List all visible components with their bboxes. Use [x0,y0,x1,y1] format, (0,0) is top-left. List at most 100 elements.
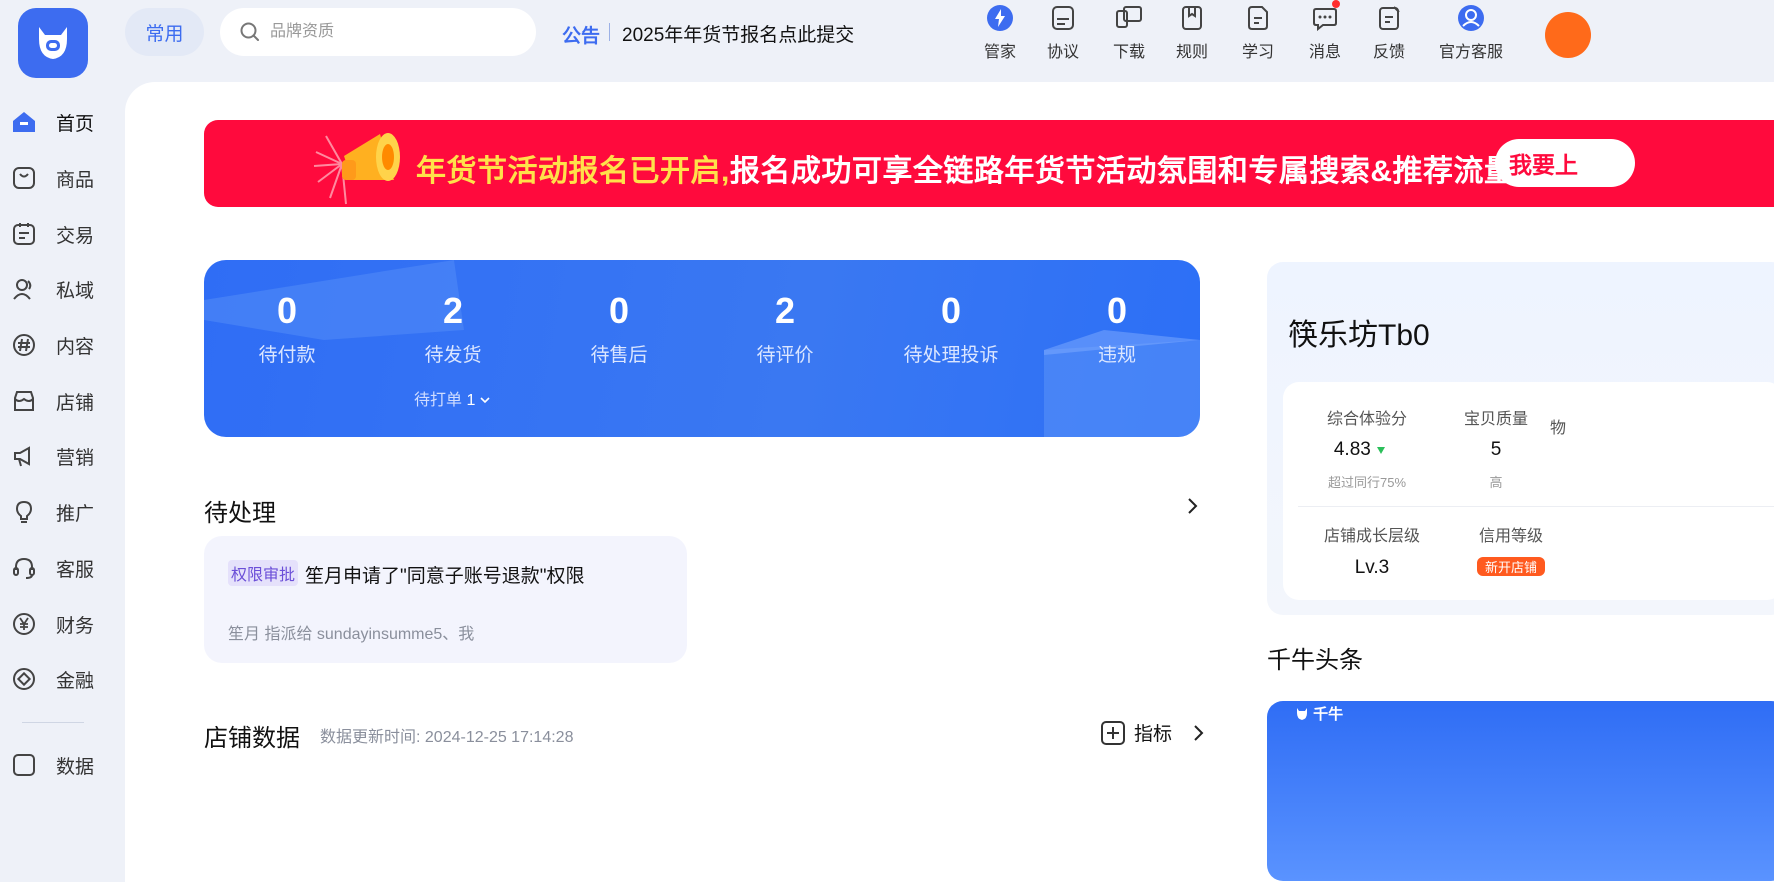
pending-print-dropdown[interactable]: 待打单 1 [414,386,490,410]
tool-messages[interactable]: 消息 [1290,0,1360,62]
sidebar-divider [22,722,84,723]
tool-label: 学习 [1241,44,1274,61]
sidebar-item-finance[interactable]: 财务 [0,604,124,644]
banner-message: 报名成功可享全链路年货节活动氛围和专属搜索&推荐流量! [729,155,1525,188]
tool-official-support[interactable]: 官方客服 [1436,4,1506,62]
notice-tag: 公告 [562,26,601,47]
stat-value: 0 [608,290,630,331]
tool-download[interactable]: 下载 [1094,4,1164,62]
headset-icon [12,556,36,580]
sidebar-item-data[interactable]: 数据 [0,745,124,785]
stat-violations[interactable]: 0 违规 [1037,290,1197,367]
growth-value[interactable]: Lv.3 [1302,557,1442,579]
stat-pending-complaint[interactable]: 0 待处理投诉 [871,290,1031,367]
data-icon [12,753,36,777]
sidebar-item-home[interactable]: 首页 [0,102,124,142]
banner-signup-button[interactable]: 我要上 [1495,139,1635,187]
sidebar-item-goods[interactable]: 商品 [0,158,124,198]
metric-button[interactable]: 指标 [1100,719,1208,746]
stat-pending-after-sale[interactable]: 0 待售后 [539,290,699,367]
stat-pending-shipment[interactable]: 2 待发货 [373,290,533,367]
sidebar-item-marketing[interactable]: 营销 [0,436,124,476]
growth-label: 店铺成长层级 [1323,528,1420,545]
todo-type-tag: 权限审批 [228,560,299,586]
tool-agreement[interactable]: 协议 [1028,4,1098,62]
stat-value: 0 [940,290,962,331]
stat-value: 0 [1106,290,1128,331]
store-data-title: 店铺数据 [204,725,300,752]
score-label: 物 [1550,420,1567,437]
score-sub: 高 [1489,475,1503,490]
stat-label: 待付款 [258,345,316,366]
app-logo[interactable] [18,8,88,78]
stat-pending-review[interactable]: 2 待评价 [705,290,865,367]
chevron-right-icon [1194,724,1204,741]
credit-badge: 新开店铺 [1477,557,1545,576]
chevron-right-icon[interactable] [1182,496,1202,516]
home-icon [12,110,36,134]
sidebar-item-financial-services[interactable]: 金融 [0,659,124,699]
tool-label: 规则 [1175,44,1208,61]
tool-butler[interactable]: 管家 [965,4,1035,62]
stat-value: 0 [276,290,298,331]
sidebar-item-label: 私域 [56,280,95,302]
stat-label: 待发货 [424,345,482,366]
shop-name[interactable]: 筷乐坊Tb0 [1288,310,1430,354]
promotion-icon [12,500,36,524]
user-avatar[interactable] [1545,12,1591,58]
credit-label: 信用等级 [1478,528,1543,545]
megaphone-icon [313,133,400,205]
headlines-card[interactable] [1267,701,1774,881]
tool-rules[interactable]: 规则 [1157,4,1227,62]
tool-label: 消息 [1308,44,1341,61]
sidebar-item-label: 首页 [56,113,95,135]
sidebar-item-label: 数据 [56,756,95,778]
sidebar-item-label: 内容 [56,336,95,358]
qianniu-logo-text: 千牛 [1313,706,1344,723]
score-value[interactable]: 4.83 [1290,439,1430,461]
sidebar-item-promotion[interactable]: 推广 [0,492,124,532]
goods-icon [12,166,36,190]
sidebar-item-label: 交易 [56,225,95,247]
tool-label: 官方客服 [1438,44,1503,61]
support-icon [1457,4,1485,32]
tool-label: 反馈 [1372,44,1405,61]
tool-learn[interactable]: 学习 [1223,4,1293,62]
tool-label: 协议 [1046,44,1079,61]
stat-value: 2 [442,290,464,331]
notice-link[interactable]: 2025年年货节报名点此提交 [622,20,854,47]
stat-label: 待评价 [756,345,814,366]
data-update-time: 数据更新时间: 2024-12-25 17:14:28 [320,729,574,746]
banner-text: 年货节活动报名已开启,报名成功可享全链路年货节活动氛围和专属搜索&推荐流量! [416,146,1525,190]
finance-icon [12,667,36,691]
sidebar-item-content[interactable]: 内容 [0,325,124,365]
search-box[interactable] [220,8,536,56]
private-domain-icon [12,277,36,301]
score-value[interactable]: 5 [1426,439,1566,461]
search-input[interactable] [268,22,512,42]
stat-label: 违规 [1097,345,1136,366]
add-box-icon [1101,720,1125,745]
score-sub: 超过同行75% [1327,475,1407,490]
message-icon [1311,0,1340,32]
score-label: 宝贝质量 [1463,411,1528,428]
cow-logo-icon [1297,708,1307,720]
devices-icon [1115,4,1143,32]
stat-pending-payment[interactable]: 0 待付款 [207,290,367,367]
tool-feedback[interactable]: 反馈 [1354,4,1424,62]
sidebar-item-label: 店铺 [56,392,95,414]
lightning-icon [986,4,1014,32]
todo-section-title: 待处理 [204,500,276,527]
sidebar-item-store[interactable]: 店铺 [0,381,124,421]
sidebar-item-trade[interactable]: 交易 [0,214,124,254]
unread-dot [1332,0,1340,8]
common-button[interactable]: 常用 [125,8,204,56]
pending-print-count: 1 [466,392,476,409]
stat-label: 待处理投诉 [903,345,999,366]
sidebar-item-customer-service[interactable]: 客服 [0,548,124,588]
yuan-icon [12,612,36,636]
sidebar-item-private-domain[interactable]: 私域 [0,269,124,309]
agreement-icon [1049,4,1077,32]
pending-print-label: 待打单 [414,392,463,409]
stat-label: 待售后 [590,345,648,366]
